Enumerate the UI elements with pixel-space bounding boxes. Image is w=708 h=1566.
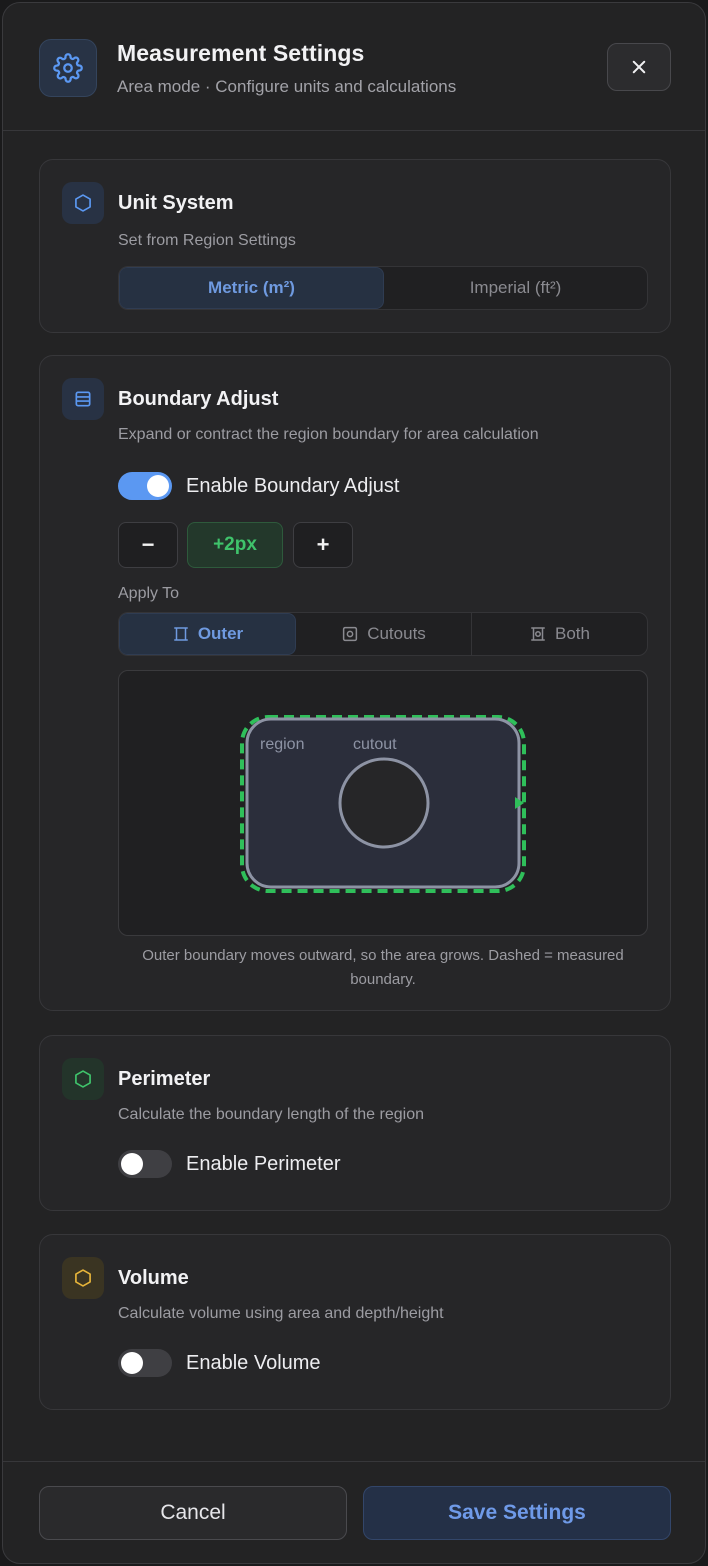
perimeter-toggle-label: Enable Perimeter — [186, 1152, 341, 1175]
boundary-adjust-description: Expand or contract the region boundary f… — [118, 426, 539, 443]
apply-both-label: Both — [555, 624, 590, 643]
unit-metric-option[interactable]: Metric (m²) — [119, 267, 384, 309]
outer-frame-icon — [174, 627, 188, 641]
unit-system-card: Unit System Set from Region Settings Met… — [39, 159, 671, 333]
volume-toggle-row: Enable Volume — [118, 1349, 321, 1377]
decrement-button[interactable]: − — [118, 522, 178, 568]
volume-toggle[interactable] — [118, 1349, 172, 1377]
perimeter-toggle[interactable] — [118, 1150, 172, 1178]
volume-toggle-label: Enable Volume — [186, 1351, 321, 1374]
cancel-button[interactable]: Cancel — [39, 1486, 347, 1540]
cutout-label: cutout — [353, 736, 397, 753]
gear-icon — [39, 39, 97, 97]
apply-both-option[interactable]: Both — [472, 613, 647, 655]
perimeter-description: Calculate the boundary length of the reg… — [118, 1106, 424, 1123]
volume-title: Volume — [118, 1267, 189, 1289]
hexagon-icon — [62, 1058, 104, 1100]
boundary-adjust-toggle-label: Enable Boundary Adjust — [186, 474, 400, 497]
perimeter-toggle-row: Enable Perimeter — [118, 1150, 341, 1178]
perimeter-card: Perimeter Calculate the boundary length … — [39, 1035, 671, 1211]
boundary-diagram: region cutout — [118, 670, 648, 936]
unit-system-segmented: Metric (m²) Imperial (ft²) — [118, 266, 648, 310]
boundary-adjust-toggle[interactable] — [118, 472, 172, 500]
close-icon — [632, 60, 646, 74]
volume-card: Volume Calculate volume using area and d… — [39, 1234, 671, 1410]
boundary-adjust-title: Boundary Adjust — [118, 388, 279, 410]
dialog-title: Measurement Settings — [117, 40, 365, 66]
boundary-adjust-card: Boundary Adjust Expand or contract the r… — [39, 355, 671, 1011]
unit-imperial-option[interactable]: Imperial (ft²) — [384, 267, 647, 309]
perimeter-title: Perimeter — [118, 1068, 211, 1090]
boundary-adjust-toggle-row: Enable Boundary Adjust — [118, 472, 400, 500]
hexagon-icon — [62, 1257, 104, 1299]
apply-to-label: Apply To — [118, 585, 180, 602]
apply-cutouts-label: Cutouts — [367, 624, 426, 643]
apply-cutouts-option[interactable]: Cutouts — [296, 613, 472, 655]
boundary-diagram-svg: region cutout — [240, 715, 526, 893]
boundary-icon — [62, 378, 104, 420]
both-frame-icon — [531, 627, 545, 641]
dialog-subtitle: Area mode · Configure units and calculat… — [117, 77, 457, 96]
volume-description: Calculate volume using area and depth/he… — [118, 1305, 444, 1322]
close-button[interactable] — [607, 43, 671, 91]
measurement-settings-dialog: Measurement Settings Area mode · Configu… — [2, 2, 706, 1564]
dialog-header: Measurement Settings Area mode · Configu… — [3, 3, 705, 131]
boundary-value: +2px — [187, 522, 283, 568]
unit-system-title: Unit System — [118, 192, 234, 214]
cutout-shape — [338, 757, 430, 849]
dialog-footer: Cancel Save Settings — [3, 1461, 705, 1563]
apply-to-segmented: Outer Cutouts Both — [118, 612, 648, 656]
apply-outer-label: Outer — [197, 624, 244, 643]
unit-system-description: Set from Region Settings — [118, 232, 296, 249]
cutout-square-icon — [343, 626, 358, 642]
save-settings-button[interactable]: Save Settings — [363, 1486, 671, 1540]
boundary-caption: Outer boundary moves outward, so the are… — [142, 947, 624, 988]
hexagon-icon — [62, 182, 104, 224]
increment-button[interactable]: + — [293, 522, 353, 568]
apply-outer-option[interactable]: Outer — [119, 613, 296, 655]
region-label: region — [260, 736, 304, 753]
